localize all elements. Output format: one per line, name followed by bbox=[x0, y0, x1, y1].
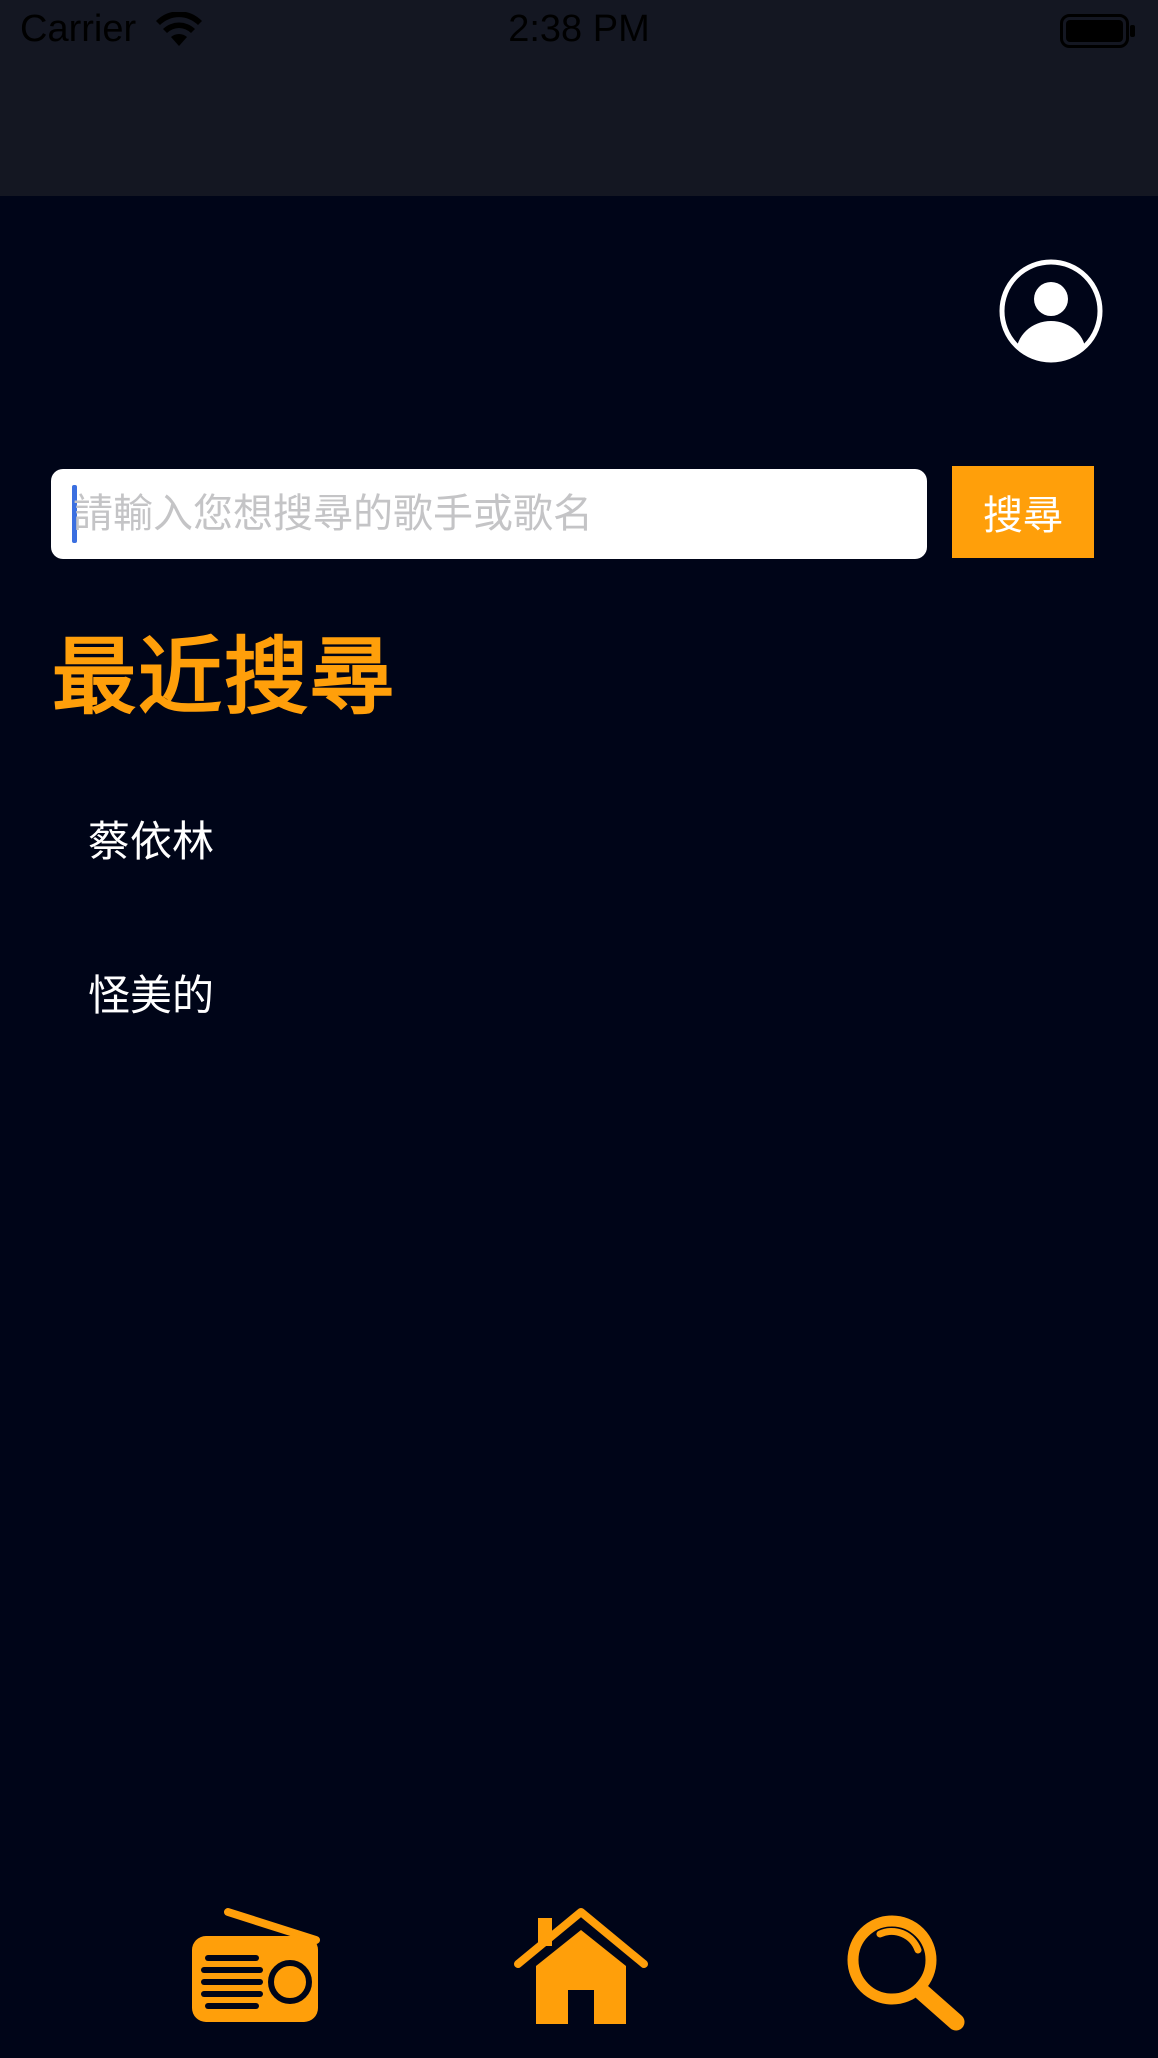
search-field[interactable] bbox=[51, 469, 927, 559]
search-icon bbox=[847, 1915, 965, 2031]
user-circle-icon bbox=[999, 259, 1103, 363]
app-screen: Carrier 2:38 PM 搜尋 最近搜尋 蔡依林 怪美的 bbox=[0, 0, 1158, 2058]
search-input[interactable] bbox=[73, 469, 913, 559]
profile-button[interactable] bbox=[998, 258, 1104, 364]
tab-home[interactable] bbox=[512, 1906, 650, 2026]
recent-search-item[interactable]: 蔡依林 bbox=[88, 808, 214, 869]
search-button[interactable]: 搜尋 bbox=[952, 466, 1094, 558]
radio-icon bbox=[192, 1908, 320, 2022]
status-time: 2:38 PM bbox=[508, 8, 650, 50]
recent-searches-title: 最近搜尋 bbox=[52, 628, 397, 726]
tab-search[interactable] bbox=[840, 1910, 970, 2032]
tab-radio[interactable] bbox=[188, 1906, 322, 2026]
status-and-nav-bar: Carrier 2:38 PM bbox=[0, 0, 1158, 196]
recent-search-item[interactable]: 怪美的 bbox=[88, 962, 214, 1023]
battery-icon bbox=[1060, 14, 1135, 48]
home-icon bbox=[514, 1908, 648, 2024]
